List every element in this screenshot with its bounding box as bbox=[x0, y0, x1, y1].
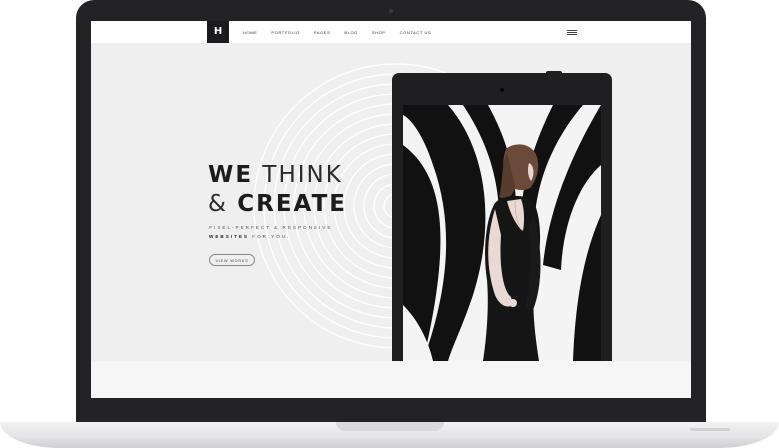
hero-title-ampersand: & bbox=[208, 191, 228, 217]
tablet-mockup bbox=[392, 71, 612, 361]
hero-tagline-for-you: FOR YOU. bbox=[252, 234, 291, 239]
nav-portfolio[interactable]: PORTFOLIO bbox=[271, 21, 299, 43]
page-content-below-hero bbox=[91, 361, 691, 398]
hamburger-menu-icon[interactable] bbox=[567, 30, 577, 35]
laptop-lid: H HOME PORTFOLIO PAGES BLOG SHOP CONTACT… bbox=[76, 0, 706, 424]
site-logo[interactable]: H bbox=[207, 21, 229, 43]
hero-tagline-2: WEBSITES FOR YOU. bbox=[209, 234, 290, 239]
laptop-base-indicator bbox=[690, 428, 730, 431]
hero-title-think: THINK bbox=[262, 162, 343, 188]
hero-title-line-1: WE THINK bbox=[208, 164, 343, 187]
site-header: H HOME PORTFOLIO PAGES BLOG SHOP CONTACT… bbox=[91, 21, 691, 43]
nav-home[interactable]: HOME bbox=[243, 21, 257, 43]
hero-tagline-websites: WEBSITES bbox=[209, 234, 249, 239]
laptop-base bbox=[0, 422, 779, 448]
hero-title-create: CREATE bbox=[237, 191, 347, 217]
tablet-camera bbox=[500, 88, 504, 92]
laptop-opening-notch bbox=[336, 422, 444, 431]
main-menu: HOME PORTFOLIO PAGES BLOG SHOP CONTACT U… bbox=[243, 21, 445, 43]
hero-section: WE THINK & CREATE PIXEL-PERFECT & RESPON… bbox=[91, 43, 691, 361]
fashion-photo-image bbox=[403, 105, 601, 361]
nav-pages[interactable]: PAGES bbox=[314, 21, 331, 43]
view-works-button[interactable]: VIEW WORKS bbox=[209, 254, 255, 266]
hero-tagline-1: PIXEL-PERFECT & RESPONSIVE bbox=[209, 225, 333, 230]
laptop-camera bbox=[389, 9, 393, 13]
tablet-screen-image bbox=[403, 105, 601, 361]
hero-title-line-2: & CREATE bbox=[208, 193, 347, 216]
hero-title-we: WE bbox=[208, 162, 254, 188]
nav-blog[interactable]: BLOG bbox=[344, 21, 358, 43]
tablet-power-button bbox=[546, 71, 562, 74]
nav-contact-us[interactable]: CONTACT US bbox=[400, 21, 432, 43]
nav-shop[interactable]: SHOP bbox=[372, 21, 386, 43]
laptop-screen: H HOME PORTFOLIO PAGES BLOG SHOP CONTACT… bbox=[91, 21, 691, 398]
